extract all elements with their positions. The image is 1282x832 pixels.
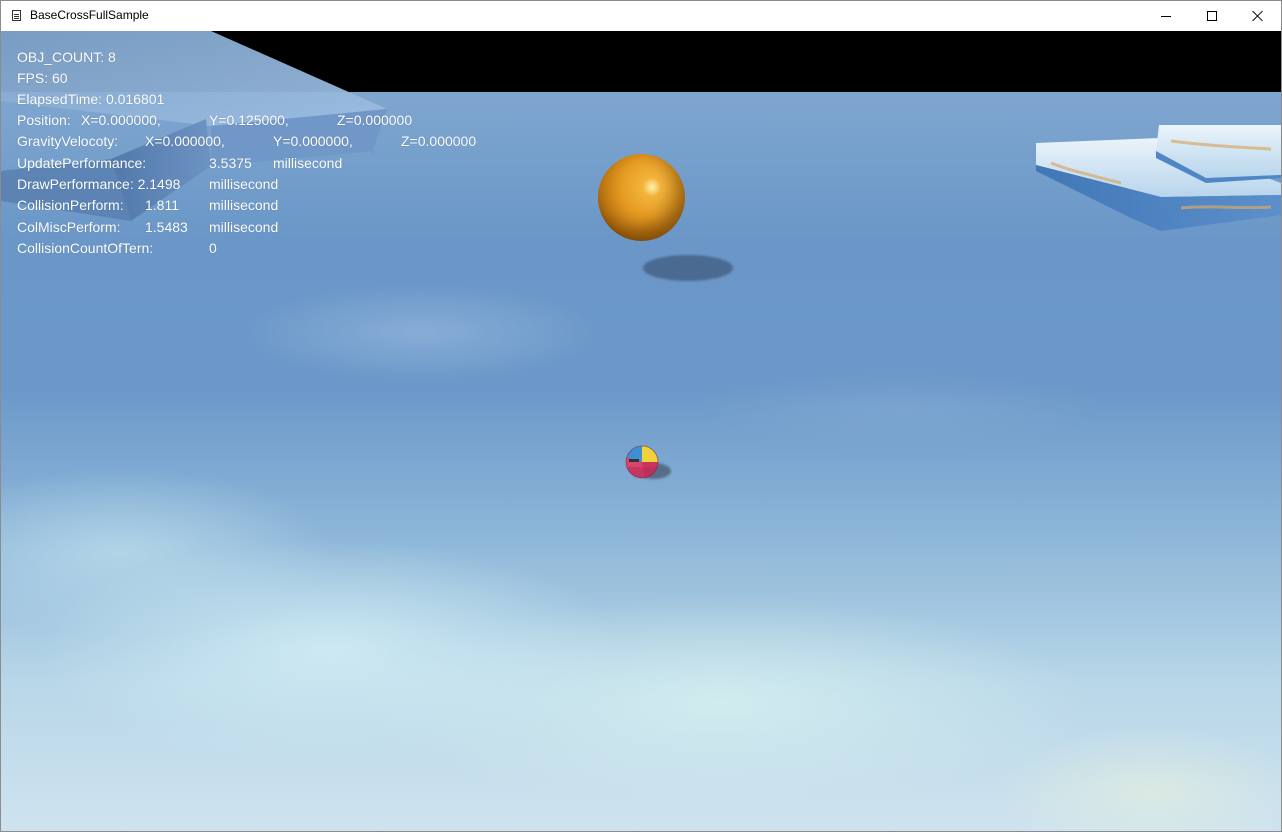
hud-update-unit: millisecond [273, 155, 343, 171]
hud-elapsed-time: ElapsedTime: 0.016801 [17, 91, 165, 107]
hud-draw-label: DrawPerformance: 2.1498 [17, 176, 181, 192]
hud-draw-unit: millisecond [209, 176, 279, 192]
window-title: BaseCrossFullSample [30, 8, 149, 22]
orange-ball [598, 154, 685, 241]
maximize-button[interactable] [1189, 1, 1235, 31]
hud-gravity-label: GravityVelocoty: [17, 133, 119, 149]
hud-colmisc-value: 1.5483 [145, 219, 188, 235]
hud-position-z: Z=0.000000 [337, 112, 413, 128]
hud-gravity-z: Z=0.000000 [401, 133, 477, 149]
hud-gravity-x: X=0.000000, [145, 133, 225, 149]
hud-collision-count-label: CollisionCountOfTern: [17, 240, 154, 256]
app-window: BaseCrossFullSample OBJ_COUNT: 8 FPS: 60… [0, 0, 1282, 832]
hud-collision-label: CollisionPerform: [17, 197, 124, 213]
right-sky-step-block [1036, 125, 1281, 231]
hud-collision-count-value: 0 [209, 240, 217, 256]
hud-fps: FPS: 60 [17, 70, 68, 86]
hud-gravity-y: Y=0.000000, [273, 133, 353, 149]
title-bar[interactable]: BaseCrossFullSample [1, 1, 1281, 31]
minimize-button[interactable] [1143, 1, 1189, 31]
hud-collision-value: 1.811 [145, 197, 179, 213]
document-app-icon [12, 10, 21, 21]
hud-colmisc-unit: millisecond [209, 219, 279, 235]
player-ball [625, 445, 659, 479]
hud-obj-count: OBJ_COUNT: 8 [17, 49, 116, 65]
hud-position-y: Y=0.125000, [209, 112, 289, 128]
hud-collision-unit: millisecond [209, 197, 279, 213]
ball-shadow [643, 255, 733, 281]
hud-update-label: UpdatePerformance: [17, 155, 147, 171]
close-button[interactable] [1235, 1, 1281, 31]
hud-update-value: 3.5375 [209, 155, 252, 171]
hud-position-x: X=0.000000, [81, 112, 161, 128]
game-viewport[interactable]: OBJ_COUNT: 8 FPS: 60 ElapsedTime: 0.0168… [1, 31, 1281, 831]
hud-colmisc-label: ColMiscPerform: [17, 219, 121, 235]
hud-position-label: Position: [17, 112, 71, 128]
